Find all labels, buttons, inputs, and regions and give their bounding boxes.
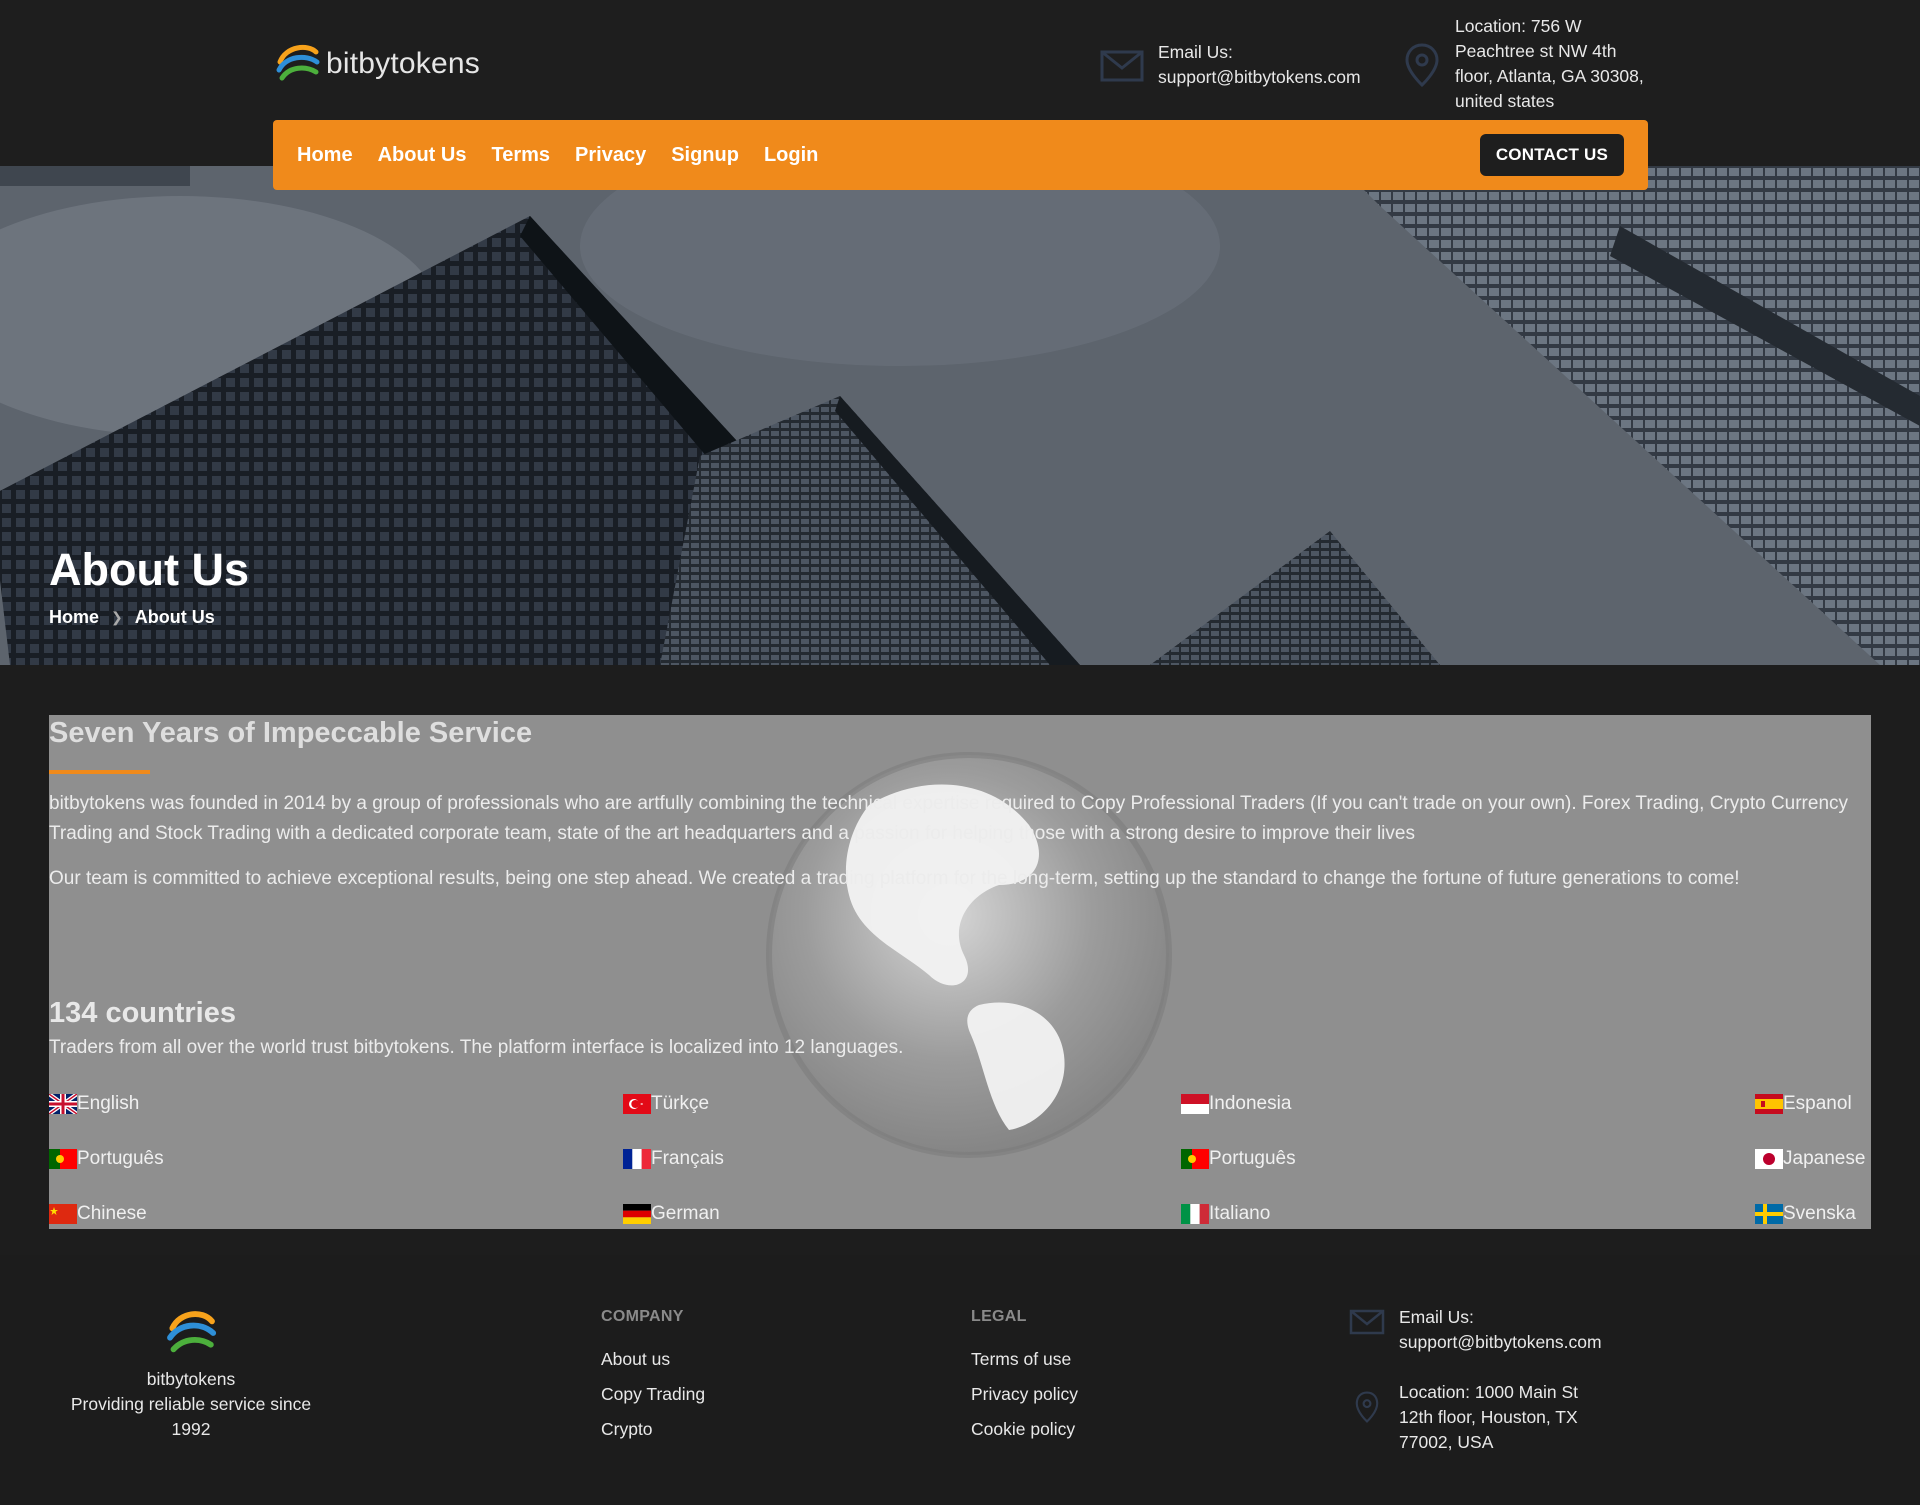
map-pin-icon <box>1405 43 1439 88</box>
footer-email: Email Us: support@bitbytokens.com <box>1349 1305 1602 1355</box>
email-address[interactable]: support@bitbytokens.com <box>1158 65 1361 90</box>
language-label: English <box>77 1093 140 1114</box>
footer-brand: bitbytokens Providing reliable service s… <box>49 1305 333 1442</box>
france-flag-icon <box>623 1149 651 1169</box>
language-label: Espanol <box>1783 1093 1852 1114</box>
page-title: About Us <box>49 544 249 595</box>
location-line: Location: 756 W <box>1455 16 1582 36</box>
brand-name: bitbytokens <box>326 47 480 80</box>
envelope-icon <box>1100 50 1144 82</box>
breadcrumb-current: About Us <box>134 607 215 627</box>
italy-flag-icon <box>1181 1204 1209 1224</box>
nav-terms[interactable]: Terms <box>491 144 550 167</box>
language-option[interactable]: Italiano <box>1181 1203 1270 1225</box>
spain-flag-icon <box>1755 1094 1783 1114</box>
language-label: Português <box>1209 1148 1296 1169</box>
language-label: Português <box>77 1148 164 1169</box>
footer-link-cookie[interactable]: Cookie policy <box>971 1412 1078 1447</box>
header-email: Email Us: support@bitbytokens.com <box>1100 40 1361 90</box>
footer-company-heading: COMPANY <box>601 1308 684 1325</box>
germany-flag-icon <box>623 1204 651 1224</box>
sweden-flag-icon <box>1755 1204 1783 1224</box>
indonesia-flag-icon <box>1181 1094 1209 1114</box>
location-line: united states <box>1455 91 1555 111</box>
breadcrumb: Home ❯ About Us <box>49 607 215 628</box>
footer-email-address[interactable]: support@bitbytokens.com <box>1399 1330 1602 1355</box>
footer-company-column: COMPANY About us Copy Trading Crypto <box>601 1308 705 1447</box>
footer-brand-name: bitbytokens <box>146 1369 236 1389</box>
about-section: Seven Years of Impeccable Service bitbyt… <box>49 715 1871 1229</box>
footer-link-crypto[interactable]: Crypto <box>601 1412 705 1447</box>
brand-logo-icon <box>167 1311 217 1353</box>
location-line: Peachtree st NW 4th <box>1455 41 1617 61</box>
uk-flag-icon <box>49 1094 77 1114</box>
brand-logo-link[interactable]: bitbytokens <box>274 40 480 88</box>
nav-privacy[interactable]: Privacy <box>575 144 646 167</box>
language-label: Japanese <box>1783 1148 1866 1169</box>
language-option[interactable]: Türkçe <box>623 1093 709 1115</box>
footer-link-about-us[interactable]: About us <box>601 1342 705 1377</box>
skyscrapers-background-image <box>0 166 1920 665</box>
language-label: Indonesia <box>1209 1093 1292 1114</box>
footer-location: Location: 1000 Main St 12th floor, Houst… <box>1349 1380 1578 1455</box>
site-footer: bitbytokens Providing reliable service s… <box>0 1255 1920 1505</box>
main-navbar: Home About Us Terms Privacy Signup Login… <box>273 120 1648 190</box>
language-option[interactable]: Japanese <box>1755 1148 1865 1170</box>
breadcrumb-home-link[interactable]: Home <box>49 607 99 628</box>
chevron-right-icon: ❯ <box>111 609 123 625</box>
heading-underline <box>49 770 150 774</box>
language-option[interactable]: Svenska <box>1755 1203 1856 1225</box>
footer-tagline: Providing reliable service since 1992 <box>70 1394 312 1439</box>
portugal-flag-icon <box>49 1149 77 1169</box>
language-label: Svenska <box>1783 1203 1856 1224</box>
about-paragraph-1: bitbytokens was founded in 2014 by a gro… <box>49 793 1849 844</box>
language-option[interactable]: Português <box>49 1148 164 1170</box>
footer-link-copy-trading[interactable]: Copy Trading <box>601 1377 705 1412</box>
footer-location-line: 77002, USA <box>1399 1432 1494 1452</box>
language-label: Italiano <box>1209 1203 1271 1224</box>
language-label: Chinese <box>77 1203 147 1224</box>
brand-logo-icon <box>276 44 320 81</box>
language-option[interactable]: English <box>49 1093 139 1115</box>
about-paragraph-2: Our team is committed to achieve excepti… <box>49 868 1740 889</box>
contact-us-button[interactable]: CONTACT US <box>1479 134 1624 176</box>
footer-location-line: Location: 1000 Main St <box>1399 1382 1579 1402</box>
footer-legal-heading: LEGAL <box>971 1308 1027 1325</box>
language-option[interactable]: Espanol <box>1755 1093 1852 1115</box>
portugal-flag-icon <box>1181 1149 1209 1169</box>
about-heading: Seven Years of Impeccable Service <box>49 717 533 749</box>
language-option[interactable]: Chinese <box>49 1203 147 1225</box>
footer-location-line: 12th floor, Houston, TX <box>1399 1407 1578 1427</box>
language-label: Türkçe <box>651 1093 710 1114</box>
footer-legal-column: LEGAL Terms of use Privacy policy Cookie… <box>971 1308 1078 1447</box>
language-option[interactable]: Français <box>623 1148 724 1170</box>
map-pin-icon <box>1355 1391 1379 1423</box>
nav-signup[interactable]: Signup <box>671 144 739 167</box>
japan-flag-icon <box>1755 1149 1783 1169</box>
turkey-flag-icon <box>623 1094 651 1114</box>
countries-text: Traders from all over the world trust bi… <box>49 1037 904 1058</box>
header-location: Location: 756 W Peachtree st NW 4th floo… <box>1403 14 1644 114</box>
hero-banner: About Us Home ❯ About Us <box>0 166 1920 665</box>
footer-link-privacy[interactable]: Privacy policy <box>971 1377 1078 1412</box>
location-line: floor, Atlanta, GA 30308, <box>1455 66 1644 86</box>
language-label: Français <box>651 1148 724 1169</box>
china-flag-icon <box>49 1204 77 1224</box>
nav-home[interactable]: Home <box>297 144 353 167</box>
email-label: Email Us: <box>1158 42 1233 62</box>
language-option[interactable]: Português <box>1181 1148 1296 1170</box>
countries-title: 134 countries <box>49 997 236 1029</box>
nav-login[interactable]: Login <box>764 144 818 167</box>
language-option[interactable]: Indonesia <box>1181 1093 1291 1115</box>
envelope-icon <box>1349 1309 1385 1335</box>
language-label: German <box>651 1203 720 1224</box>
footer-link-terms[interactable]: Terms of use <box>971 1342 1078 1377</box>
language-option[interactable]: German <box>623 1203 720 1225</box>
footer-email-label: Email Us: <box>1399 1307 1474 1327</box>
nav-about-us[interactable]: About Us <box>378 144 467 167</box>
